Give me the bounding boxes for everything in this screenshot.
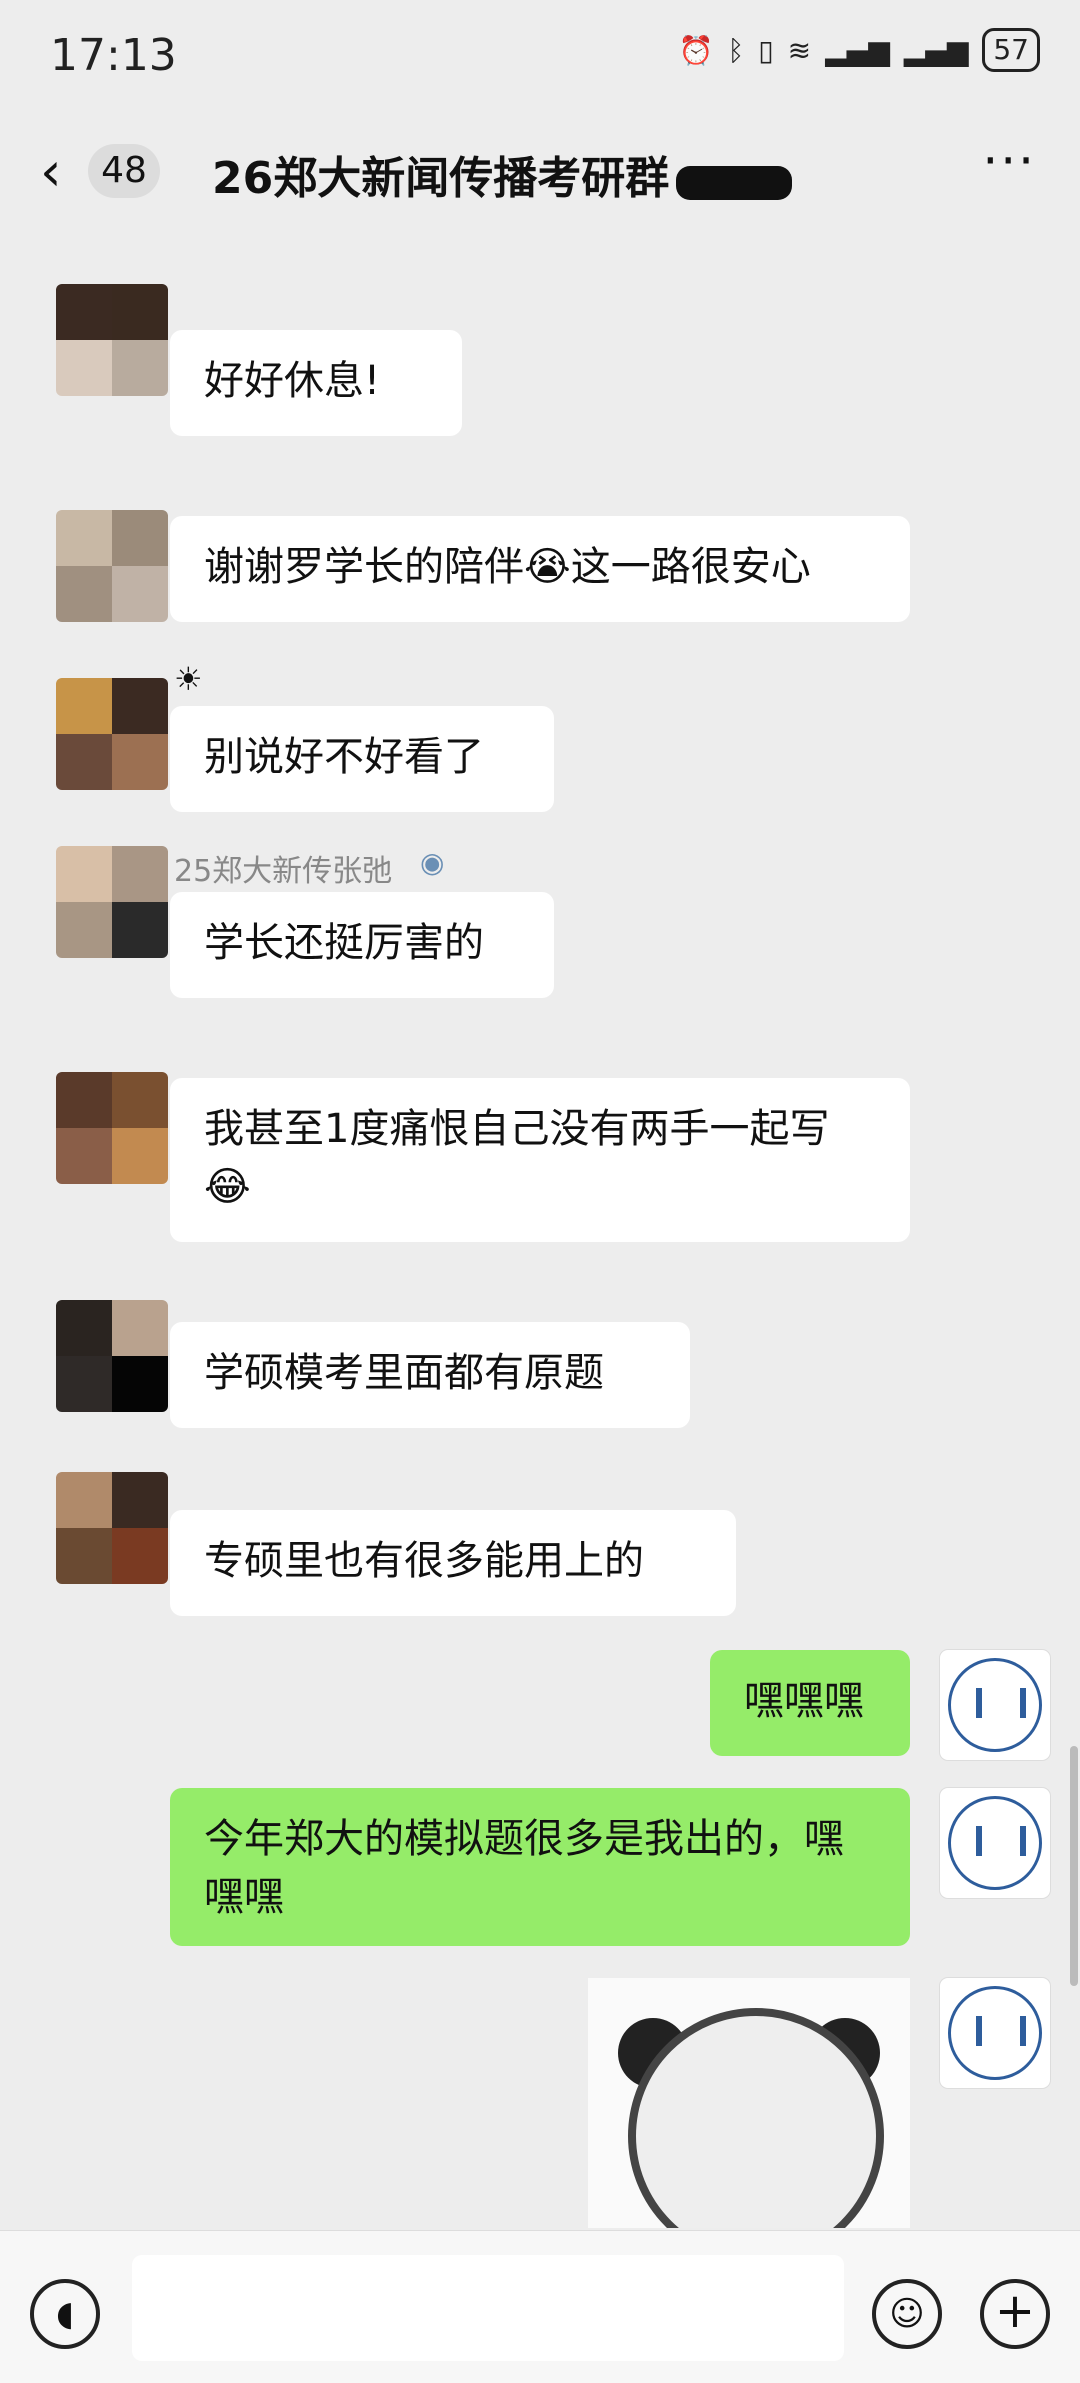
message-text: 我甚至1度痛恨自己没有两手一起写😂 [204,1106,830,1210]
wifi-icon: ≋ [787,33,812,67]
status-bar: 17:13 ⏰ ᛒ ▯ ≋ ▂▄▆ ▂▄▆ 57 [0,0,1080,110]
voice-icon[interactable]: ◖ [30,2279,100,2349]
chat-title: 26郑大新闻传播考研群 [212,153,670,204]
message-bubble[interactable]: 好好休息! [170,330,462,436]
message-bubble[interactable]: 我甚至1度痛恨自己没有两手一起写😂 [170,1078,910,1242]
my-avatar[interactable] [940,1650,1050,1760]
message-text: 今年郑大的模拟题很多是我出的，嘿嘿嘿 [204,1816,844,1920]
sticker-image[interactable] [588,1978,910,2228]
redaction-mask [676,166,792,200]
message-text: 别说好不好看了 [204,734,484,780]
my-message-bubble[interactable]: 嘿嘿嘿 [710,1650,910,1756]
sun-emoji-icon: ☀ [174,660,203,698]
avatar[interactable] [56,1300,168,1412]
avatar[interactable] [56,284,168,396]
battery-indicator: 57 [982,28,1040,72]
unread-count[interactable]: 48 [88,144,160,198]
sender-name[interactable]: 25郑大新传张弛 [174,846,392,890]
emoji-icon[interactable]: ☺ [872,2279,942,2349]
message-bubble[interactable]: 专硕里也有很多能用上的 [170,1510,736,1616]
input-bar: ◖ ☺ + [0,2230,1080,2383]
chat-header: ‹ 48 26郑大新闻传播考研群 ··· [0,120,1080,220]
avatar[interactable] [56,846,168,958]
back-icon[interactable]: ‹ [40,140,62,203]
scrollbar[interactable] [1070,1746,1078,1986]
message-text: 嘿嘿嘿 [744,1678,864,1724]
message-text: 谢谢罗学长的陪伴😭这一路很安心 [204,544,811,590]
status-time: 17:13 [50,30,177,81]
message-text: 学长还挺厉害的 [204,920,484,966]
message-text: 专硕里也有很多能用上的 [204,1538,644,1584]
message-bubble[interactable]: 学硕模考里面都有原题 [170,1322,690,1428]
bluetooth-icon: ᛒ [727,33,745,67]
message-bubble[interactable]: 别说好不好看了 [170,706,554,812]
badge-icon: ◉ [420,846,445,879]
plus-icon[interactable]: + [980,2279,1050,2349]
message-text: 学硕模考里面都有原题 [204,1350,604,1396]
avatar[interactable] [56,1472,168,1584]
message-input[interactable] [132,2255,844,2361]
signal2-icon: ▂▄▆ [903,33,969,67]
avatar[interactable] [56,678,168,790]
signal-icon: ▂▄▆ [825,33,890,67]
my-message-bubble[interactable]: 今年郑大的模拟题很多是我出的，嘿嘿嘿 [170,1788,910,1946]
message-text: 好好休息! [204,358,381,404]
more-options-icon[interactable]: ··· [982,132,1036,190]
message-bubble[interactable]: 谢谢罗学长的陪伴😭这一路很安心 [170,516,910,622]
message-bubble[interactable]: 学长还挺厉害的 [170,892,554,998]
my-avatar[interactable] [940,1788,1050,1898]
status-icons: ⏰ ᛒ ▯ ≋ ▂▄▆ ▂▄▆ 57 [679,28,1040,72]
vibrate-icon: ▯ [758,33,774,67]
avatar[interactable] [56,1072,168,1184]
alarm-icon: ⏰ [678,33,714,67]
my-avatar[interactable] [940,1978,1050,2088]
avatar[interactable] [56,510,168,622]
